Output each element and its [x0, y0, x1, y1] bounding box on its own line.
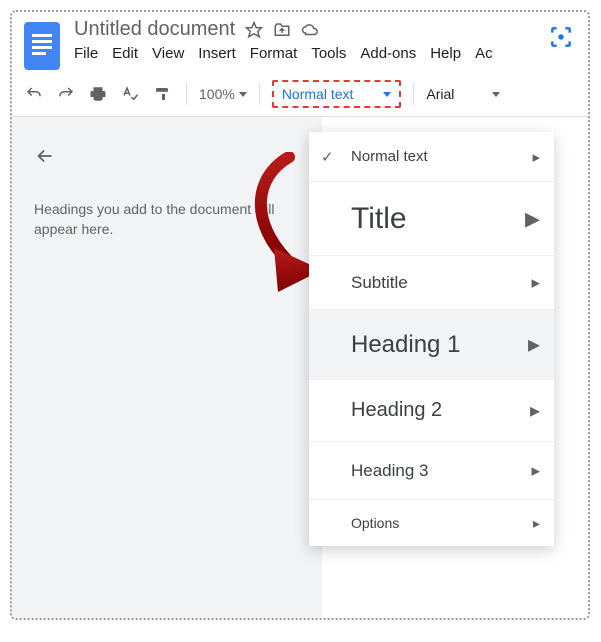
zoom-dropdown[interactable]: 100% [199, 86, 247, 102]
menu-accessibility[interactable]: Ac [475, 45, 493, 62]
menu-tools[interactable]: Tools [311, 45, 346, 62]
chevron-right-icon: ▸ [530, 398, 540, 423]
style-menu-label: Heading 2 [351, 399, 530, 422]
style-menu-item[interactable]: Options▸ [309, 500, 554, 546]
font-label: Arial [426, 86, 454, 102]
docs-icon [22, 20, 62, 72]
outline-placeholder: Headings you add to the document will ap… [34, 199, 300, 240]
chevron-down-icon [492, 92, 500, 97]
zoom-value: 100% [199, 86, 235, 102]
toolbar: 100% Normal text Arial [12, 72, 588, 117]
style-menu-item[interactable]: Title▸ [309, 182, 554, 256]
style-menu-item[interactable]: Subtitle▸ [309, 256, 554, 310]
spellcheck-button[interactable] [118, 82, 142, 106]
style-menu-label: Heading 1 [351, 331, 528, 359]
redo-button[interactable] [54, 82, 78, 106]
style-menu-label: Subtitle [351, 273, 531, 293]
capture-icon[interactable] [548, 24, 574, 50]
menu-format[interactable]: Format [250, 45, 298, 62]
style-menu-label: Normal text [351, 148, 532, 165]
print-button[interactable] [86, 82, 110, 106]
style-menu-label: Title [351, 202, 525, 236]
undo-button[interactable] [22, 82, 46, 106]
menu-edit[interactable]: Edit [112, 45, 138, 62]
back-arrow-icon[interactable] [34, 145, 56, 167]
header: Untitled document File Edit View Insert … [12, 12, 588, 72]
menu-help[interactable]: Help [430, 45, 461, 62]
font-dropdown[interactable]: Arial [426, 86, 500, 102]
menu-file[interactable]: File [74, 45, 98, 62]
chevron-right-icon: ▸ [533, 515, 540, 532]
menu-addons[interactable]: Add-ons [360, 45, 416, 62]
header-center: Untitled document File Edit View Insert … [74, 18, 493, 62]
separator [259, 83, 260, 105]
menu-view[interactable]: View [152, 45, 184, 62]
paragraph-style-menu: ✓Normal text▸Title▸Subtitle▸Heading 1▸He… [309, 132, 554, 546]
style-menu-item[interactable]: ✓ Normal text▸ [309, 132, 554, 182]
chevron-right-icon: ▸ [525, 201, 540, 236]
chevron-right-icon: ▸ [528, 330, 540, 359]
chevron-down-icon [239, 92, 247, 97]
chevron-right-icon: ▸ [531, 273, 540, 293]
style-menu-item[interactable]: Heading 1▸ [309, 310, 554, 380]
menubar: File Edit View Insert Format Tools Add-o… [74, 45, 493, 62]
style-menu-label: Options [351, 515, 533, 531]
chevron-right-icon: ▸ [532, 148, 540, 166]
style-menu-item[interactable]: Heading 2▸ [309, 380, 554, 442]
star-icon[interactable] [245, 21, 263, 39]
separator [413, 83, 414, 105]
style-menu-label: Heading 3 [351, 461, 531, 481]
check-icon: ✓ [321, 148, 334, 166]
style-selected-label: Normal text [282, 86, 354, 102]
cloud-icon[interactable] [301, 21, 319, 39]
paragraph-style-dropdown[interactable]: Normal text [272, 80, 402, 108]
chevron-right-icon: ▸ [531, 461, 540, 481]
separator [186, 83, 187, 105]
chevron-down-icon [383, 92, 391, 97]
paint-format-button[interactable] [150, 82, 174, 106]
move-icon[interactable] [273, 21, 291, 39]
doc-title[interactable]: Untitled document [74, 18, 235, 41]
style-menu-item[interactable]: Heading 3▸ [309, 442, 554, 500]
title-icons [245, 21, 319, 39]
outline-panel: Headings you add to the document will ap… [12, 117, 322, 620]
app-window: Untitled document File Edit View Insert … [10, 10, 590, 620]
menu-insert[interactable]: Insert [198, 45, 236, 62]
